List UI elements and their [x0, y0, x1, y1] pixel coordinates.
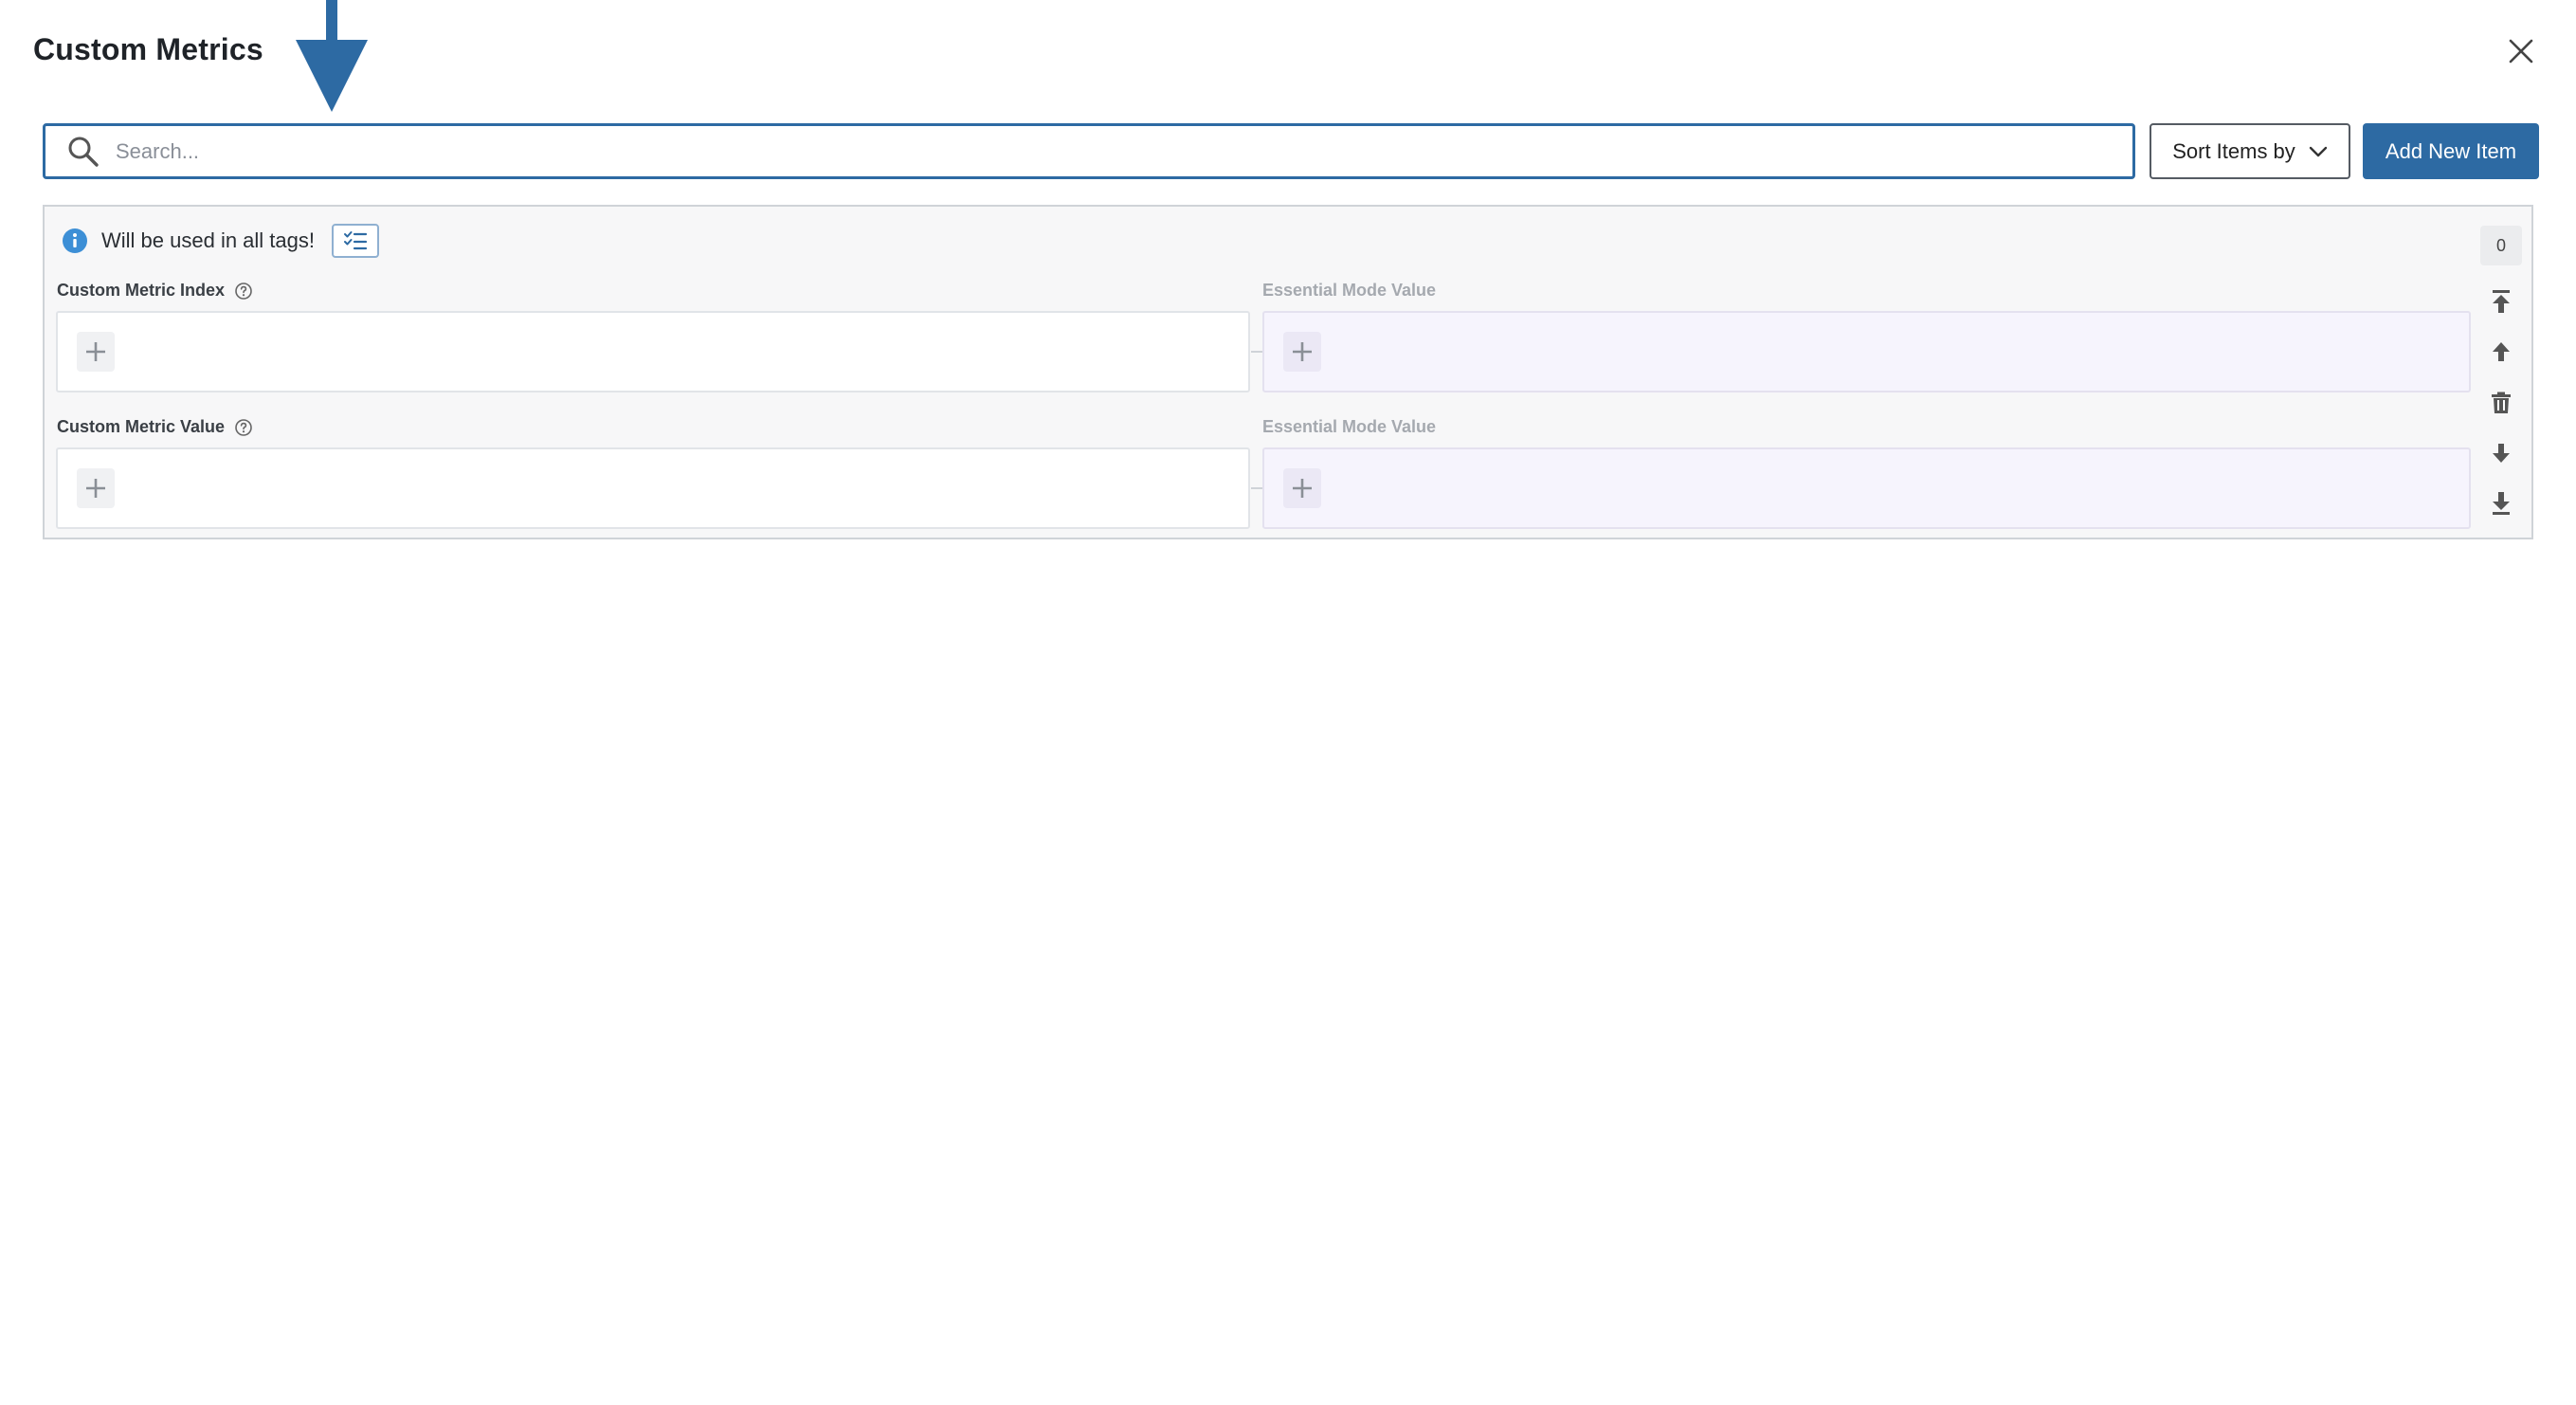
checklist-button[interactable]	[332, 224, 379, 258]
field-label-text: Custom Metric Value	[57, 417, 226, 436]
info-text: Will be used in all tags!	[101, 228, 315, 252]
add-value-essential-button[interactable]	[1283, 468, 1321, 508]
info-icon	[62, 228, 88, 254]
help-circle-icon[interactable]	[234, 418, 253, 437]
arrow-down-icon	[2493, 444, 2510, 463]
search-icon	[66, 135, 100, 169]
plus-icon	[86, 342, 105, 361]
field-connector	[1251, 351, 1262, 353]
plus-icon	[1293, 479, 1312, 498]
plus-icon	[86, 479, 105, 498]
essential-label-value: Essential Mode Value	[1262, 417, 1437, 436]
field-label-value: Custom Metric Value	[57, 417, 253, 437]
add-index-essential-button[interactable]	[1283, 332, 1321, 372]
plus-icon	[1293, 342, 1312, 361]
field-label-text: Custom Metric Index	[57, 281, 226, 300]
field-label-index: Custom Metric Index	[57, 281, 253, 301]
value-essential-field[interactable]	[1262, 447, 2471, 529]
chevron-down-icon	[2309, 146, 2327, 156]
close-icon	[2509, 39, 2533, 64]
move-to-top-icon	[2493, 290, 2510, 313]
page-title: Custom Metrics	[33, 32, 263, 66]
trash-icon	[2492, 392, 2511, 413]
metric-item-card: Will be used in all tags! Custom Metric …	[43, 205, 2533, 539]
move-down-button[interactable]	[2482, 434, 2520, 472]
add-index-value-button[interactable]	[77, 332, 115, 372]
arrow-up-icon	[2493, 342, 2510, 361]
search-box[interactable]	[43, 123, 2135, 179]
essential-label-index: Essential Mode Value	[1262, 281, 1437, 300]
move-to-top-button[interactable]	[2482, 283, 2520, 320]
delete-button[interactable]	[2482, 384, 2520, 422]
move-up-button[interactable]	[2482, 333, 2520, 371]
item-counter: 0	[2480, 226, 2522, 265]
custom-metrics-dialog: Custom Metrics Sort Items by Add New Ite…	[0, 0, 2576, 1405]
sort-items-label: Sort Items by	[2172, 138, 2295, 163]
move-to-bottom-button[interactable]	[2482, 484, 2520, 522]
index-value-field[interactable]	[56, 311, 1250, 392]
checklist-icon	[344, 231, 368, 250]
index-essential-field[interactable]	[1262, 311, 2471, 392]
move-to-bottom-icon	[2493, 492, 2510, 515]
metric-value-field[interactable]	[56, 447, 1250, 529]
close-button[interactable]	[2502, 32, 2540, 70]
search-input[interactable]	[100, 126, 2132, 176]
annotation-arrow-icon	[296, 0, 368, 112]
sort-items-button[interactable]: Sort Items by	[2150, 123, 2350, 179]
field-connector	[1251, 487, 1262, 489]
help-circle-icon[interactable]	[234, 282, 253, 301]
info-row: Will be used in all tags!	[62, 222, 379, 260]
add-metric-value-button[interactable]	[77, 468, 115, 508]
add-new-item-button[interactable]: Add New Item	[2363, 123, 2539, 179]
